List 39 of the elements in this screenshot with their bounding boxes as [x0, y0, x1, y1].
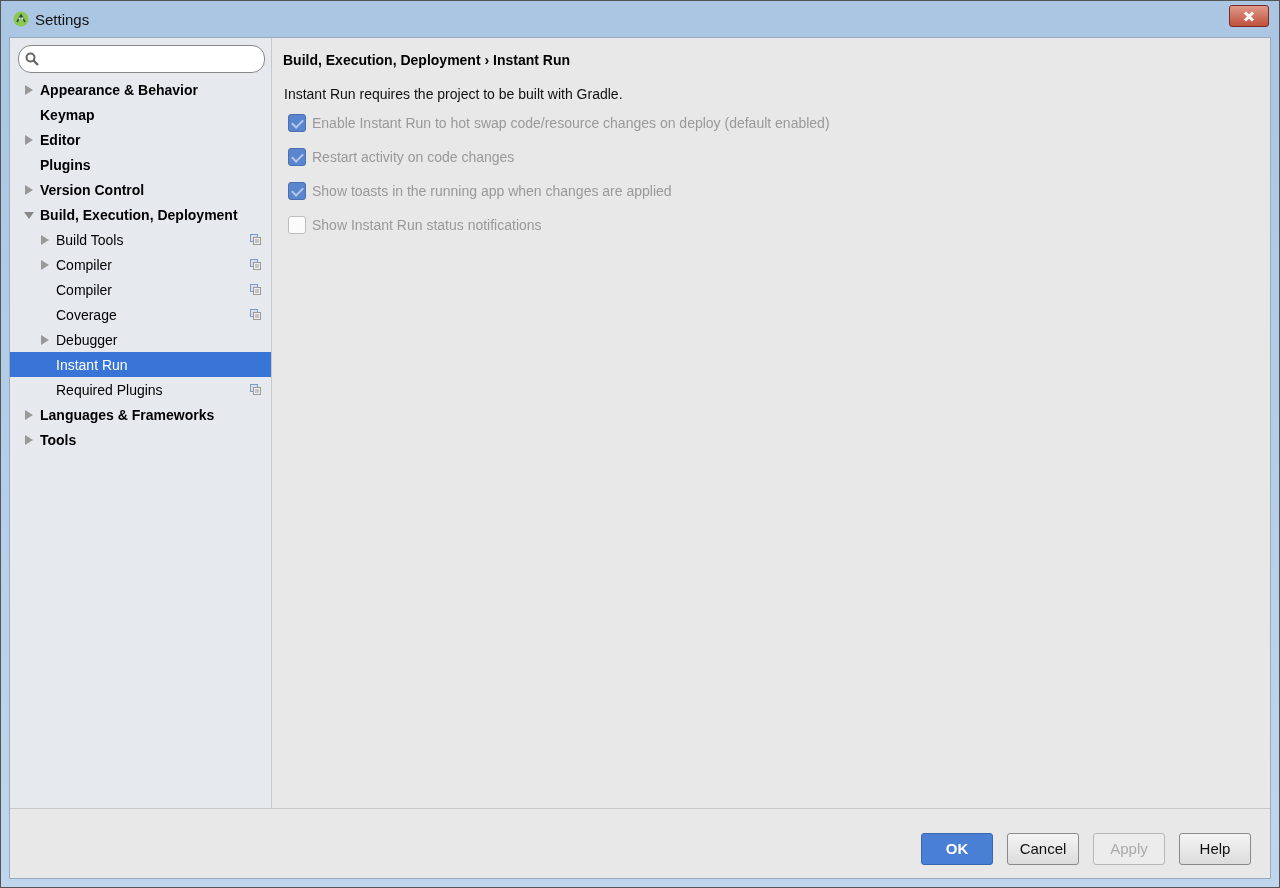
dialog-button[interactable]: Cancel — [1007, 832, 1079, 865]
tree-item[interactable]: Debugger — [10, 327, 271, 352]
tree-item[interactable]: Tools — [10, 427, 271, 452]
collapsed-arrow-icon[interactable] — [24, 409, 34, 420]
ok-button[interactable]: OK — [921, 832, 993, 865]
collapsed-arrow-icon[interactable] — [24, 434, 34, 445]
collapsed-arrow-icon[interactable] — [40, 259, 50, 270]
close-button[interactable] — [1229, 5, 1269, 27]
info-text: Instant Run requires the project to be built with Gradle. — [283, 86, 624, 104]
collapsed-arrow-icon[interactable] — [24, 84, 34, 95]
tree-item[interactable]: Version Control — [10, 177, 271, 202]
tree-item[interactable]: Build Tools — [10, 227, 271, 252]
tree-item[interactable]: Keymap — [10, 102, 271, 127]
search-icon — [25, 52, 39, 66]
collapsed-arrow-icon[interactable] — [24, 184, 34, 195]
tree-item[interactable]: Build, Execution, Deployment — [10, 202, 271, 227]
android-icon — [13, 11, 29, 27]
search-field[interactable] — [18, 45, 265, 73]
tree-item[interactable]: Appearance & Behavior — [10, 77, 271, 102]
checkbox-label: Restart activity on code changes — [312, 149, 515, 165]
tree-item[interactable]: Editor — [10, 127, 271, 152]
tree-item[interactable]: Plugins — [10, 152, 271, 177]
collapsed-arrow-icon[interactable] — [24, 134, 34, 145]
tree-item[interactable]: Languages & Frameworks — [10, 402, 271, 427]
tree-item[interactable]: Instant Run — [10, 352, 271, 377]
tree-item[interactable]: Compiler — [10, 252, 271, 277]
breadcrumb: Build, Execution, Deployment › Instant Run — [283, 52, 571, 70]
collapsed-arrow-icon[interactable] — [40, 234, 50, 245]
expanded-arrow-icon[interactable] — [24, 209, 34, 220]
window-title: Settings — [35, 10, 90, 28]
tree-item[interactable]: Required Plugins — [10, 377, 271, 402]
tree-item[interactable]: Coverage — [10, 302, 271, 327]
dialog-button[interactable]: Help — [1179, 832, 1251, 865]
close-icon — [1243, 10, 1255, 22]
checkbox-label: Enable Instant Run to hot swap code/resource changes on deploy (default enabled) — [312, 115, 830, 131]
checkbox-label: Show Instant Run status notifications — [312, 217, 542, 233]
tree-item[interactable]: Compiler — [10, 277, 271, 302]
checkbox-label: Show toasts in the running app when changes are applied — [312, 183, 672, 199]
collapsed-arrow-icon[interactable] — [40, 334, 50, 345]
